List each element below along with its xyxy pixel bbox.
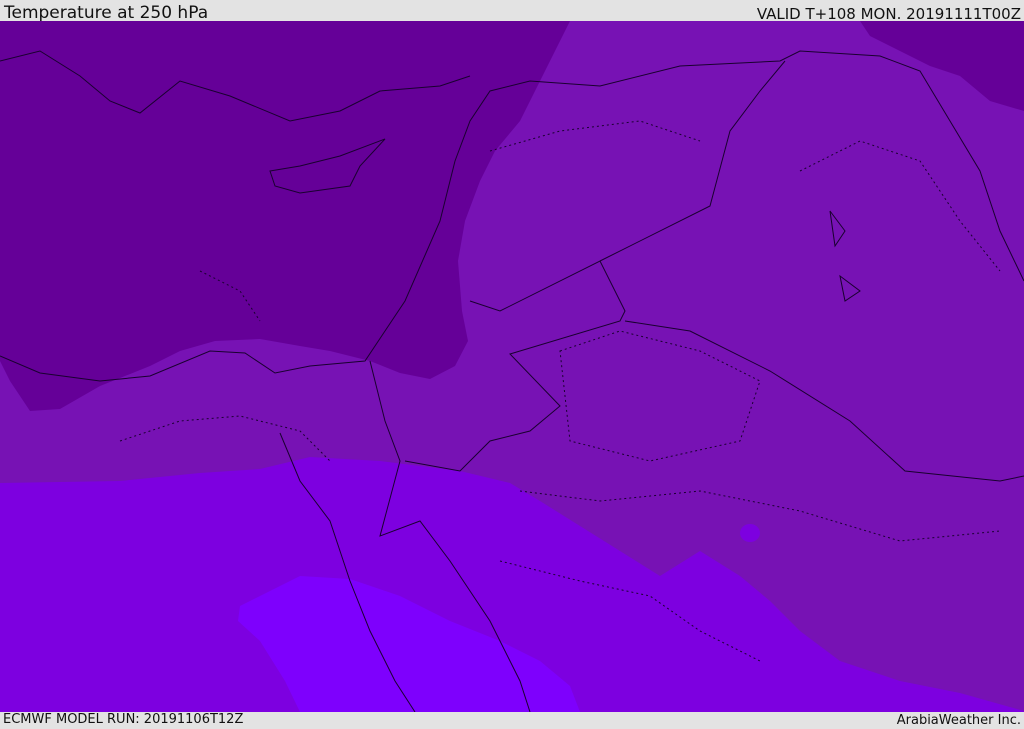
credit-label: ArabiaWeather Inc. bbox=[896, 713, 1021, 728]
temperature-map[interactable] bbox=[0, 21, 1024, 712]
footer-bar: ECMWF MODEL RUN: 20191106T12Z ArabiaWeat… bbox=[0, 712, 1024, 729]
header-bar: Temperature at 250 hPa VALID T+108 MON. … bbox=[0, 0, 1024, 23]
map-title: Temperature at 250 hPa bbox=[4, 3, 209, 23]
model-run-label: ECMWF MODEL RUN: 20191106T12Z bbox=[3, 712, 244, 727]
temperature-patch bbox=[740, 524, 760, 542]
